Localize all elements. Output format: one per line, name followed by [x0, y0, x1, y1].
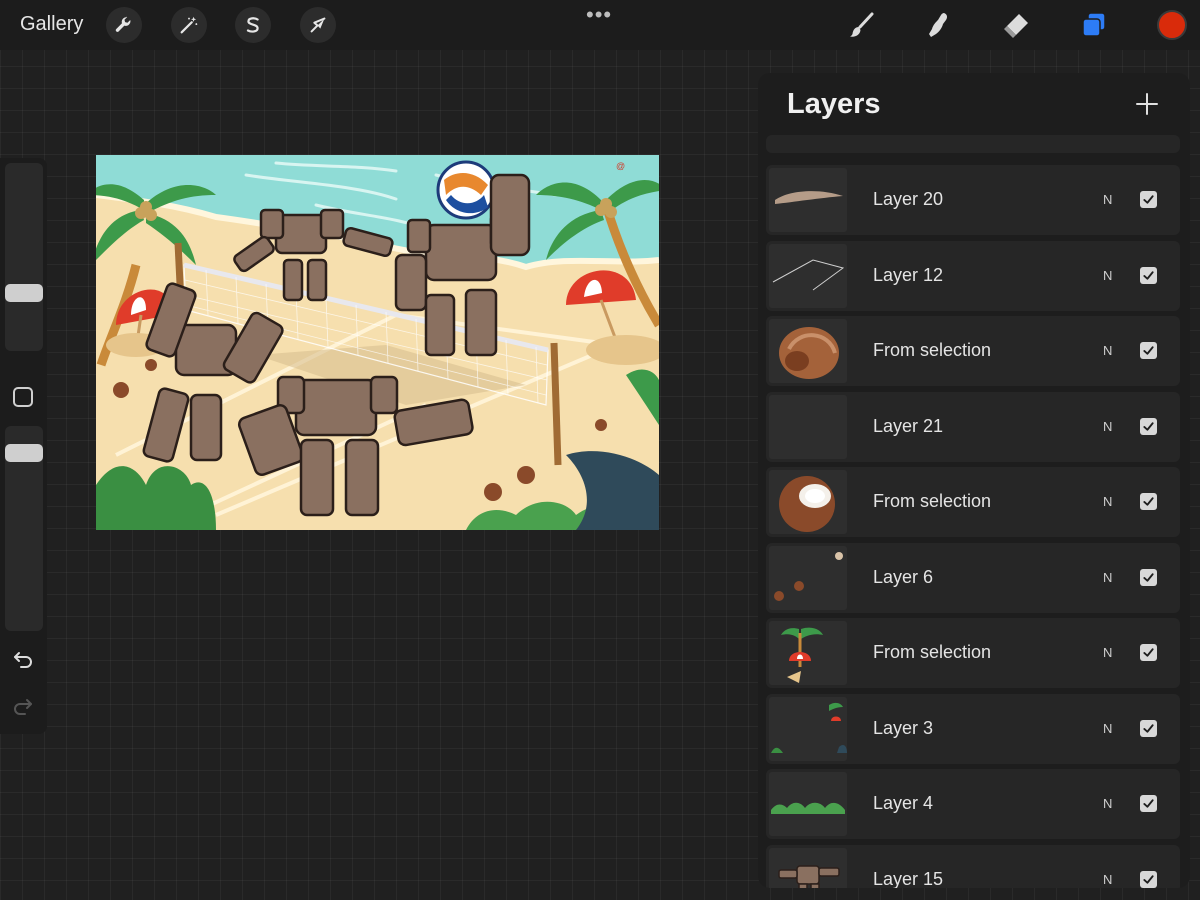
layer-row[interactable]: Layer 4 N [766, 769, 1180, 839]
checkmark-icon [1143, 799, 1154, 808]
selection-s-icon [246, 17, 259, 33]
layer-blend-mode[interactable]: N [1103, 796, 1112, 811]
layer-name: Layer 15 [873, 868, 944, 889]
layers-tool-button[interactable] [1077, 8, 1111, 42]
brush-icon [850, 12, 874, 37]
layers-list: Layer 20 N Layer 12 N From selection N Layer 2… [758, 73, 1190, 888]
transform-button[interactable] [300, 7, 336, 43]
layer-name: From selection [873, 642, 992, 662]
smudge-icon [929, 13, 948, 37]
layer-name: Layer 21 [873, 415, 944, 436]
paint-tool-button[interactable] [845, 8, 879, 42]
checkmark-icon [1143, 648, 1154, 657]
checkmark-icon [1143, 346, 1154, 355]
layer-blend-mode[interactable]: N [1103, 343, 1112, 358]
layer-visibility-checkbox[interactable] [1140, 493, 1157, 510]
layer-row[interactable]: From selection N [766, 316, 1180, 386]
more-options-icon[interactable]: ••• [586, 2, 612, 28]
layer-name: Layer 3 [873, 717, 934, 738]
smudge-tool-button[interactable] [922, 8, 956, 42]
brush-size-slider[interactable] [5, 163, 43, 351]
gallery-button[interactable]: Gallery [20, 13, 83, 36]
layer-blend-mode[interactable]: N [1103, 872, 1112, 887]
layer-visibility-checkbox[interactable] [1140, 417, 1157, 435]
layer-blend-mode[interactable]: N [1103, 645, 1112, 660]
layer-blend-mode[interactable]: N [1103, 192, 1112, 207]
layers-panel: Layers Layer 20 N Layer 12 N From selection N… [758, 73, 1190, 888]
layer-blend-mode[interactable]: N [1103, 268, 1112, 283]
layer-row[interactable]: Layer 12 N [766, 240, 1180, 311]
undo-icon[interactable] [11, 647, 35, 671]
modify-button[interactable] [13, 387, 33, 407]
canvas-artwork[interactable]: @ [96, 155, 659, 530]
layer-thumbnail[interactable] [769, 696, 847, 761]
layer-thumbnail[interactable] [769, 243, 847, 308]
layer-name: Layer 4 [873, 793, 934, 813]
erase-tool-button[interactable] [999, 8, 1033, 42]
actions-button[interactable] [106, 7, 142, 43]
layer-name: Layer 20 [873, 189, 944, 209]
layer-visibility-checkbox[interactable] [1140, 795, 1157, 812]
layer-row[interactable]: Layer 20 N [766, 165, 1180, 235]
layer-visibility-checkbox[interactable] [1140, 644, 1157, 661]
layer-blend-mode[interactable]: N [1103, 419, 1112, 434]
layers-icon [1082, 12, 1106, 37]
layer-visibility-checkbox[interactable] [1140, 719, 1157, 737]
beach-volleyball-illustration: @ [96, 155, 659, 530]
layer-thumbnail[interactable] [769, 621, 847, 685]
checkmark-icon [1143, 874, 1154, 884]
layer-thumbnail[interactable] [769, 545, 847, 610]
brush-size-thumb[interactable] [5, 284, 43, 302]
layer-thumbnail[interactable] [769, 772, 847, 836]
layer-row[interactable]: From selection N [766, 618, 1180, 688]
layer-blend-mode[interactable]: N [1103, 721, 1112, 736]
opacity-thumb[interactable] [5, 444, 43, 462]
layer-row[interactable]: Layer 3 N [766, 693, 1180, 764]
layer-name: From selection [873, 340, 992, 360]
checkmark-icon [1143, 723, 1154, 733]
layer-row[interactable]: Layer 15 N [766, 844, 1180, 889]
layer-visibility-checkbox[interactable] [1140, 568, 1157, 586]
adjustments-button[interactable] [171, 7, 207, 43]
eraser-icon [1004, 14, 1028, 38]
checkmark-icon [1143, 270, 1154, 280]
layer-thumbnail[interactable] [769, 168, 847, 232]
layer-visibility-checkbox[interactable] [1140, 342, 1157, 359]
layer-visibility-checkbox[interactable] [1140, 191, 1157, 208]
layer-row[interactable]: Layer 6 N [766, 542, 1180, 613]
arrow-cursor-icon [310, 17, 326, 33]
selection-button[interactable] [235, 7, 271, 43]
redo-icon[interactable] [11, 694, 35, 718]
layer-visibility-checkbox[interactable] [1140, 870, 1157, 888]
layer-thumbnail[interactable] [769, 394, 847, 459]
layer-row[interactable]: Layer 21 N [766, 391, 1180, 462]
layer-visibility-checkbox[interactable] [1140, 266, 1157, 284]
layer-name: Layer 6 [873, 566, 934, 587]
magic-wand-icon [180, 16, 198, 34]
layer-blend-mode[interactable]: N [1103, 570, 1112, 585]
layer-thumbnail[interactable] [769, 847, 847, 888]
layer-thumbnail[interactable] [769, 470, 847, 534]
layer-name: Layer 12 [873, 264, 944, 285]
layer-thumbnail[interactable] [769, 319, 847, 383]
layer-blend-mode[interactable]: N [1103, 494, 1112, 509]
checkmark-icon [1143, 421, 1154, 431]
artist-signature: @ [616, 161, 625, 171]
left-sidebar [0, 158, 47, 734]
checkmark-icon [1143, 572, 1154, 582]
layer-row[interactable]: From selection N [766, 467, 1180, 537]
layer-name: From selection [873, 491, 992, 511]
checkmark-icon [1143, 497, 1154, 506]
top-toolbar: Gallery ••• [0, 0, 1200, 50]
color-swatch-button[interactable] [1157, 10, 1187, 40]
wrench-icon [115, 16, 131, 32]
checkmark-icon [1143, 195, 1154, 204]
